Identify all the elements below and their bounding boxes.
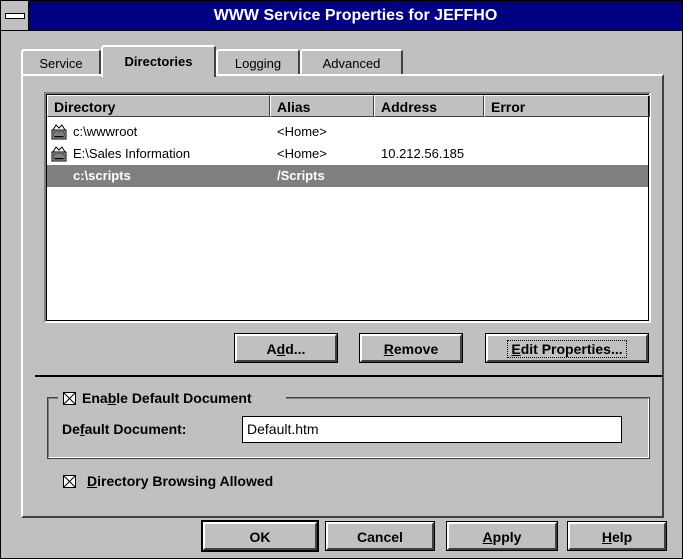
directory-alias: <Home> [277,124,327,139]
tab-directories[interactable]: Directories [101,45,216,77]
column-header-alias[interactable]: Alias [270,95,374,117]
virtual-directory-icon [51,124,67,140]
default-document-label: Default Document: [62,421,187,437]
system-menu-icon [5,13,25,19]
directory-list[interactable]: Directory Alias Address Error c:\wwwroot… [44,92,651,323]
directory-alias: /Scripts [277,168,325,183]
list-item[interactable]: E:\Sales Information <Home> 10.212.56.18… [47,143,648,165]
remove-button[interactable]: Remove [359,333,463,363]
window-title: WWW Service Properties for JEFFHO [213,7,498,24]
check-mark-icon [64,476,75,487]
directory-address: 10.212.56.185 [381,146,465,161]
check-mark-icon [64,393,75,404]
tab-service[interactable]: Service [21,49,101,75]
cancel-button[interactable]: Cancel [325,521,435,551]
system-menu-button[interactable] [1,1,29,30]
apply-button[interactable]: Apply [446,521,558,551]
directory-path: E:\Sales Information [73,146,191,161]
enable-default-document-label[interactable]: Enable Default Document [82,390,252,406]
tab-advanced[interactable]: Advanced [300,49,403,75]
list-item-selected[interactable]: c:\scripts /Scripts [47,165,648,187]
directory-path: c:\scripts [73,168,131,183]
virtual-directory-icon [51,146,67,162]
properties-dialog: WWW Service Properties for JEFFHO Servic… [0,0,683,559]
ok-button[interactable]: OK [201,520,319,552]
directory-browsing-label[interactable]: Directory Browsing Allowed [87,473,273,489]
column-header-address[interactable]: Address [374,95,484,117]
column-header-error[interactable]: Error [484,95,650,117]
tab-logging[interactable]: Logging [216,49,300,75]
separator [35,375,662,377]
default-document-field[interactable]: Default.htm [242,416,622,443]
column-header-directory[interactable]: Directory [47,95,270,117]
directory-path: c:\wwwroot [73,124,138,139]
add-button[interactable]: Add... [234,333,338,363]
list-item[interactable]: c:\wwwroot <Home> [47,121,648,143]
enable-default-document-checkbox[interactable] [63,392,76,405]
directory-browsing-checkbox[interactable] [63,475,76,488]
title-bar[interactable]: WWW Service Properties for JEFFHO [1,1,682,31]
directory-alias: <Home> [277,146,327,161]
list-header: Directory Alias Address Error [47,95,650,117]
help-button[interactable]: Help [567,521,667,551]
edit-properties-button[interactable]: Edit Properties... [485,333,649,363]
